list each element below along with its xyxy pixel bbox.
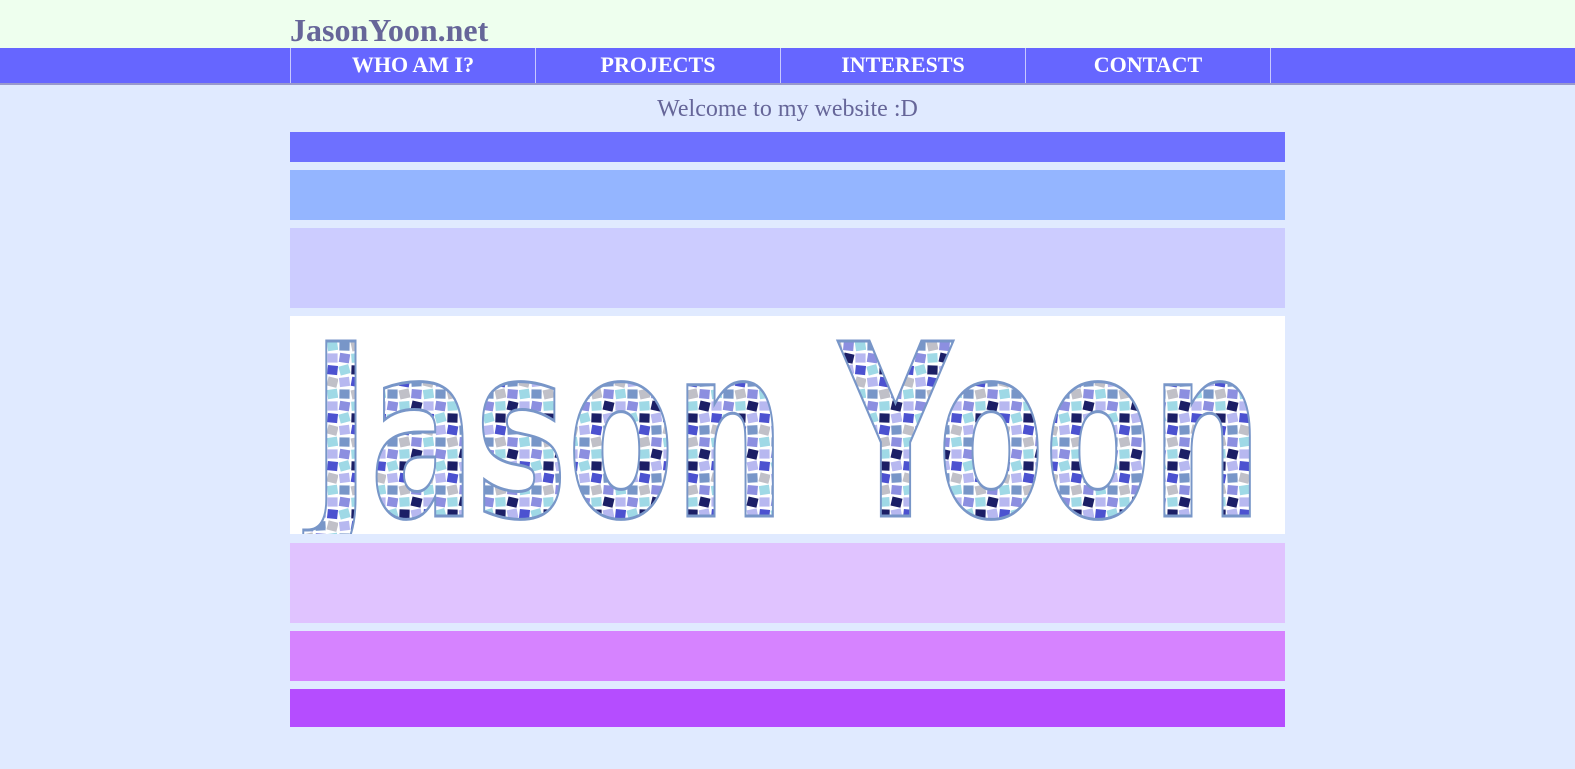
site-header: JasonYoon.net [0, 0, 1575, 48]
nav-item-contact[interactable]: CONTACT [1026, 48, 1271, 83]
color-band-4 [290, 543, 1285, 623]
color-band-3 [290, 228, 1285, 308]
nav-item-projects[interactable]: PROJECTS [536, 48, 781, 83]
banner-name-text: Jason Yoon [303, 316, 1262, 534]
name-banner-image: Jason Yoon [290, 292, 1285, 575]
nav-item-who-am-i[interactable]: WHO AM I? [291, 48, 536, 83]
color-band-1 [290, 132, 1285, 162]
color-band-6 [290, 689, 1285, 727]
mosaic-name-logo: Jason Yoon [301, 292, 1263, 575]
color-band-2 [290, 170, 1285, 220]
color-band-5 [290, 631, 1285, 681]
site-title-link[interactable]: JasonYoon.net [290, 10, 488, 50]
welcome-message: Welcome to my website :D [657, 96, 918, 122]
nav-item-interests[interactable]: INTERESTS [781, 48, 1026, 83]
nav-items: WHO AM I? PROJECTS INTERESTS CONTACT [290, 48, 1271, 83]
main-nav: WHO AM I? PROJECTS INTERESTS CONTACT [0, 48, 1575, 85]
